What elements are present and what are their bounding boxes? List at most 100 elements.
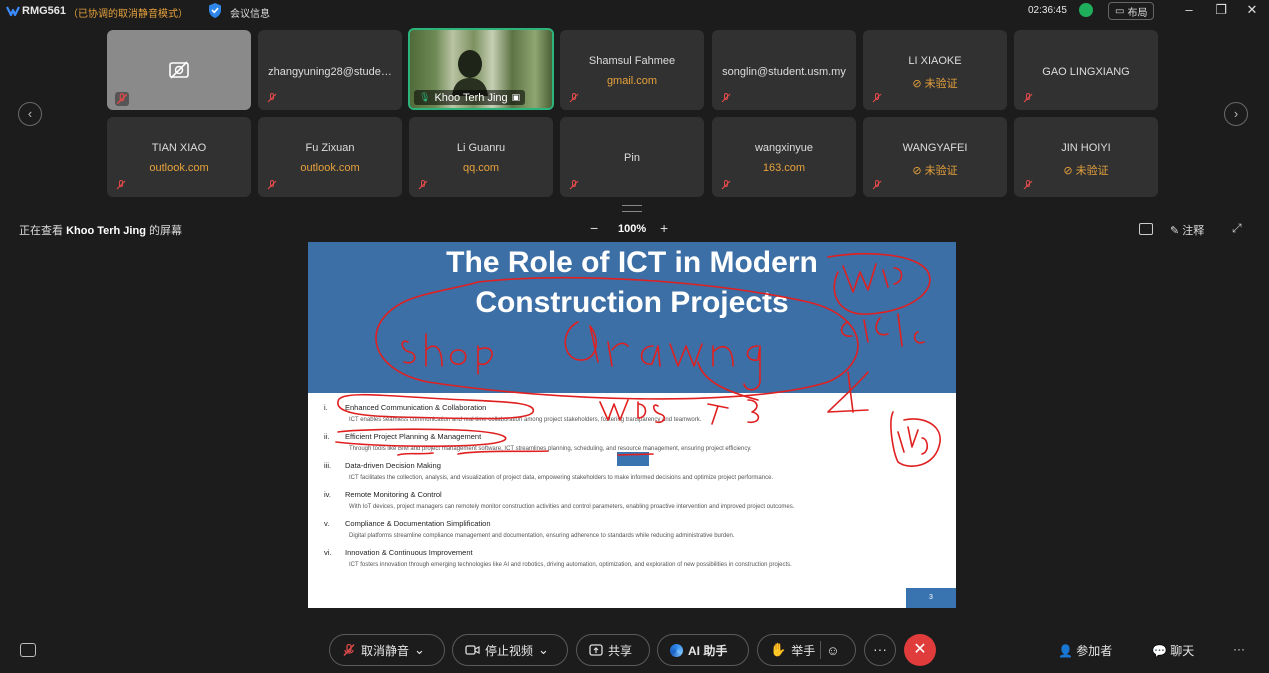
participant-tile[interactable]: Li Guanru qq.com: [409, 117, 553, 197]
app-logo-icon: [6, 6, 20, 17]
resize-handle[interactable]: [622, 205, 642, 212]
captions-icon[interactable]: [20, 643, 36, 657]
layout-button[interactable]: ▭ 布局: [1108, 2, 1155, 20]
mic-muted-icon: [721, 180, 731, 190]
mic-muted-icon: [569, 180, 579, 190]
zoom-out-button[interactable]: −: [590, 220, 598, 236]
zoom-level: 100%: [618, 223, 647, 235]
participant-name: Shamsul Fahmee: [588, 55, 676, 67]
gallery-next-icon[interactable]: ›: [1224, 102, 1248, 126]
mic-muted-icon: [418, 180, 428, 190]
unverified-badge: ⊘ 未验证: [1063, 165, 1109, 177]
raise-hand-label: 举手: [791, 643, 816, 658]
participant-name: wangxinyue: [754, 142, 814, 154]
participant-tile[interactable]: songlin@student.usm.my: [712, 30, 856, 110]
chevron-down-icon[interactable]: ⌄: [538, 642, 549, 658]
participant-name: WANGYAFEI: [902, 142, 968, 154]
room-id: RMG561: [22, 5, 67, 17]
participant-domain: gmail.com: [606, 75, 658, 87]
ai-assistant-icon: [670, 643, 683, 657]
participant-tile[interactable]: JIN HOIYI ⊘ 未验证: [1014, 117, 1158, 197]
share-screen-icon: [589, 644, 603, 656]
participant-tile[interactable]: Shamsul Fahmee gmail.com: [560, 30, 704, 110]
network-signal-icon[interactable]: [1079, 3, 1093, 17]
fullscreen-icon[interactable]: ⤢: [1232, 221, 1242, 236]
person-silhouette: [452, 50, 488, 96]
mic-muted-icon: [343, 643, 355, 656]
unverified-badge: ⊘ 未验证: [912, 165, 958, 177]
participant-tile[interactable]: LI XIAOKE ⊘ 未验证: [863, 30, 1007, 110]
ai-assistant-label: AI 助手: [688, 643, 728, 658]
chat-button[interactable]: 💬 聊天: [1152, 642, 1194, 659]
participant-tile[interactable]: zhangyuning28@stude…: [258, 30, 402, 110]
mic-muted-icon: [1023, 180, 1033, 190]
layout-label: 布局: [1127, 7, 1148, 19]
stop-video-button[interactable]: 停止视频 ⌄: [452, 634, 568, 666]
unmute-button[interactable]: 取消静音 ⌄: [329, 634, 445, 666]
participants-label: 参加者: [1076, 644, 1113, 658]
end-meeting-button[interactable]: ✕: [904, 634, 936, 666]
minimize-icon[interactable]: –: [1181, 2, 1197, 18]
share-button[interactable]: 共享: [576, 634, 650, 666]
meeting-info-link[interactable]: 会议信息: [230, 5, 270, 20]
overflow-menu-icon[interactable]: ···: [1233, 642, 1245, 656]
emoji-reaction-icon[interactable]: ☺: [826, 643, 839, 658]
restore-icon[interactable]: ❐: [1213, 2, 1229, 18]
mic-muted-icon: [267, 180, 277, 190]
raise-hand-button[interactable]: ✋ 举手 ☺: [757, 634, 856, 666]
stop-video-label: 停止视频: [485, 643, 534, 658]
mic-muted-icon: [872, 180, 882, 190]
annotate-label: 注释: [1182, 225, 1205, 237]
participant-name: Khoo Terh Jing: [434, 91, 508, 104]
share-label: 共享: [608, 643, 633, 658]
participant-domain: outlook.com: [149, 162, 209, 174]
sharing-screen-icon: ▣: [511, 92, 521, 102]
mic-muted-icon: [721, 93, 731, 103]
video-camera-icon: [465, 645, 480, 655]
mic-muted-icon: [267, 93, 277, 103]
participant-tile[interactable]: TIAN XIAO outlook.com: [107, 117, 251, 197]
mic-on-icon: 🎙: [419, 92, 431, 102]
participant-tile[interactable]: Fu Zixuan outlook.com: [258, 117, 402, 197]
chat-icon: 💬: [1152, 644, 1167, 658]
ai-assistant-button[interactable]: AI 助手: [657, 634, 749, 666]
participant-name: TIAN XIAO: [151, 142, 207, 154]
chat-label: 聊天: [1170, 644, 1195, 658]
participant-tile[interactable]: Pin: [560, 117, 704, 197]
pen-icon: ✎: [1170, 225, 1180, 237]
participants-button[interactable]: 👤 参加者: [1058, 642, 1112, 659]
video-off-icon: [169, 61, 189, 79]
participant-domain: qq.com: [462, 162, 500, 174]
hand-icon: ✋: [770, 642, 787, 657]
viewing-screen-label: 正在查看 Khoo Terh Jing 的屏幕: [19, 222, 182, 238]
gallery-prev-icon[interactable]: ‹: [18, 102, 42, 126]
annotate-button[interactable]: ✎ 注释: [1170, 222, 1204, 238]
chevron-down-icon[interactable]: ⌄: [414, 642, 425, 658]
shield-icon[interactable]: [207, 2, 223, 19]
view-options-icon[interactable]: [1139, 223, 1153, 235]
participant-tile[interactable]: GAO LINGXIANG: [1014, 30, 1158, 110]
participant-tile[interactable]: wangxinyue 163.com: [712, 117, 856, 197]
shared-screen: The Role of ICT in Modern Construction P…: [308, 242, 956, 608]
participant-tile[interactable]: WANGYAFEI ⊘ 未验证: [863, 117, 1007, 197]
mic-muted-icon: [116, 180, 126, 190]
meeting-toolbar: 取消静音 ⌄ 停止视频 ⌄ 共享 AI 助手 ✋ 举手 ☺ ··· ✕ 👤 参加…: [0, 630, 1269, 673]
participant-tile-active-speaker[interactable]: 🎙 Khoo Terh Jing ▣: [408, 28, 554, 110]
zoom-in-button[interactable]: +: [660, 220, 668, 236]
mic-muted-icon: [872, 93, 882, 103]
participant-name: Li Guanru: [456, 142, 506, 154]
participants-icon: 👤: [1058, 644, 1073, 658]
layout-icon: ▭: [1115, 5, 1125, 17]
mic-muted-icon: [569, 93, 579, 103]
participant-name: Fu Zixuan: [305, 142, 355, 154]
participant-name: zhangyuning28@stude…: [268, 66, 392, 78]
divider: [820, 641, 822, 659]
participant-tile[interactable]: [107, 30, 251, 110]
meeting-clock: 02:36:45: [1028, 5, 1067, 16]
close-window-icon[interactable]: ✕: [1244, 2, 1260, 18]
title-bar: RMG561 （已协调的取消静音模式） 会议信息 02:36:45 ▭ 布局 –…: [0, 0, 1269, 22]
unmute-label: 取消静音: [361, 643, 410, 658]
more-options-button[interactable]: ···: [864, 634, 896, 666]
mic-muted-icon: [1023, 93, 1033, 103]
mute-mode-label: （已协调的取消静音模式）: [68, 9, 188, 20]
